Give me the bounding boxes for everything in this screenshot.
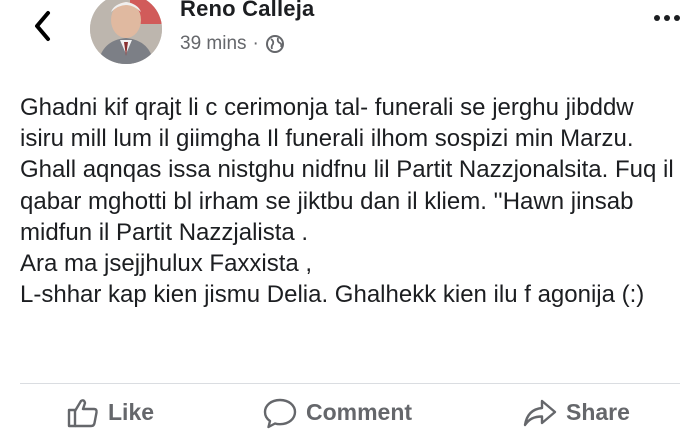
more-dot-icon	[664, 15, 670, 21]
share-button[interactable]: Share	[522, 384, 630, 441]
avatar[interactable]	[90, 0, 162, 64]
like-label: Like	[108, 399, 155, 425]
thumbs-up-icon	[67, 398, 98, 427]
post-body-text: Ghadni kif qrajt li c cerimonja tal- fun…	[20, 94, 674, 309]
more-dot-icon	[654, 15, 660, 21]
meta-separator: ·	[252, 33, 259, 54]
post-actions: Like Comment Share	[0, 384, 700, 441]
globe-icon[interactable]	[265, 34, 285, 54]
speech-bubble-icon	[263, 398, 297, 428]
more-options-button[interactable]	[654, 15, 680, 21]
comment-button[interactable]: Comment	[262, 384, 412, 441]
back-button[interactable]	[26, 8, 60, 44]
share-label: Share	[566, 399, 630, 425]
post-timestamp[interactable]: 39 mins	[180, 33, 247, 55]
like-button[interactable]: Like	[66, 384, 154, 441]
chevron-left-icon	[35, 11, 50, 41]
share-arrow-icon	[523, 399, 557, 426]
comment-label: Comment	[306, 399, 413, 425]
post-meta: 39 mins ·	[180, 33, 285, 55]
author-name[interactable]: Reno Calleja	[180, 0, 314, 22]
more-dot-icon	[674, 15, 680, 21]
post-header: Reno Calleja 39 mins ·	[0, 0, 700, 82]
